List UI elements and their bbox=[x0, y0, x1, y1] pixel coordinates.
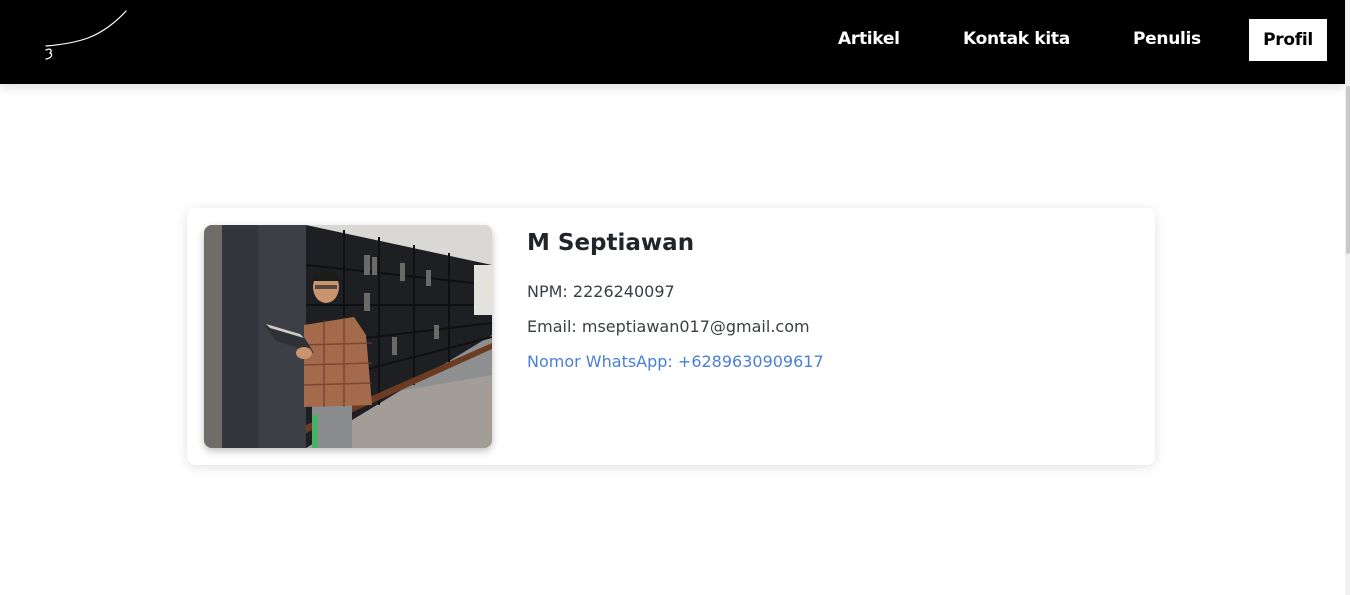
profile-name: M Septiawan bbox=[527, 230, 695, 256]
nav-link-kontak-kita[interactable]: Kontak kita bbox=[963, 29, 1070, 49]
nav-link-artikel[interactable]: Artikel bbox=[838, 29, 900, 49]
profile-npm: NPM: 2226240097 bbox=[527, 282, 675, 301]
navbar: Artikel Kontak kita Penulis Profil bbox=[0, 0, 1345, 84]
profile-card: M Septiawan NPM: 2226240097 Email: msept… bbox=[187, 208, 1155, 465]
scrollbar-thumb[interactable] bbox=[1346, 86, 1350, 254]
nav-link-profil[interactable]: Profil bbox=[1249, 19, 1327, 61]
profile-photo-illustration bbox=[204, 225, 492, 448]
profile-email: Email: mseptiawan017@gmail.com bbox=[527, 317, 810, 336]
page: Artikel Kontak kita Penulis Profil M Sep… bbox=[0, 0, 1350, 595]
nav-link-penulis[interactable]: Penulis bbox=[1133, 29, 1201, 49]
profile-whatsapp-link[interactable]: Nomor WhatsApp: +6289630909617 bbox=[527, 352, 824, 371]
signature-logo-icon[interactable] bbox=[38, 8, 130, 64]
profile-photo bbox=[204, 225, 492, 448]
